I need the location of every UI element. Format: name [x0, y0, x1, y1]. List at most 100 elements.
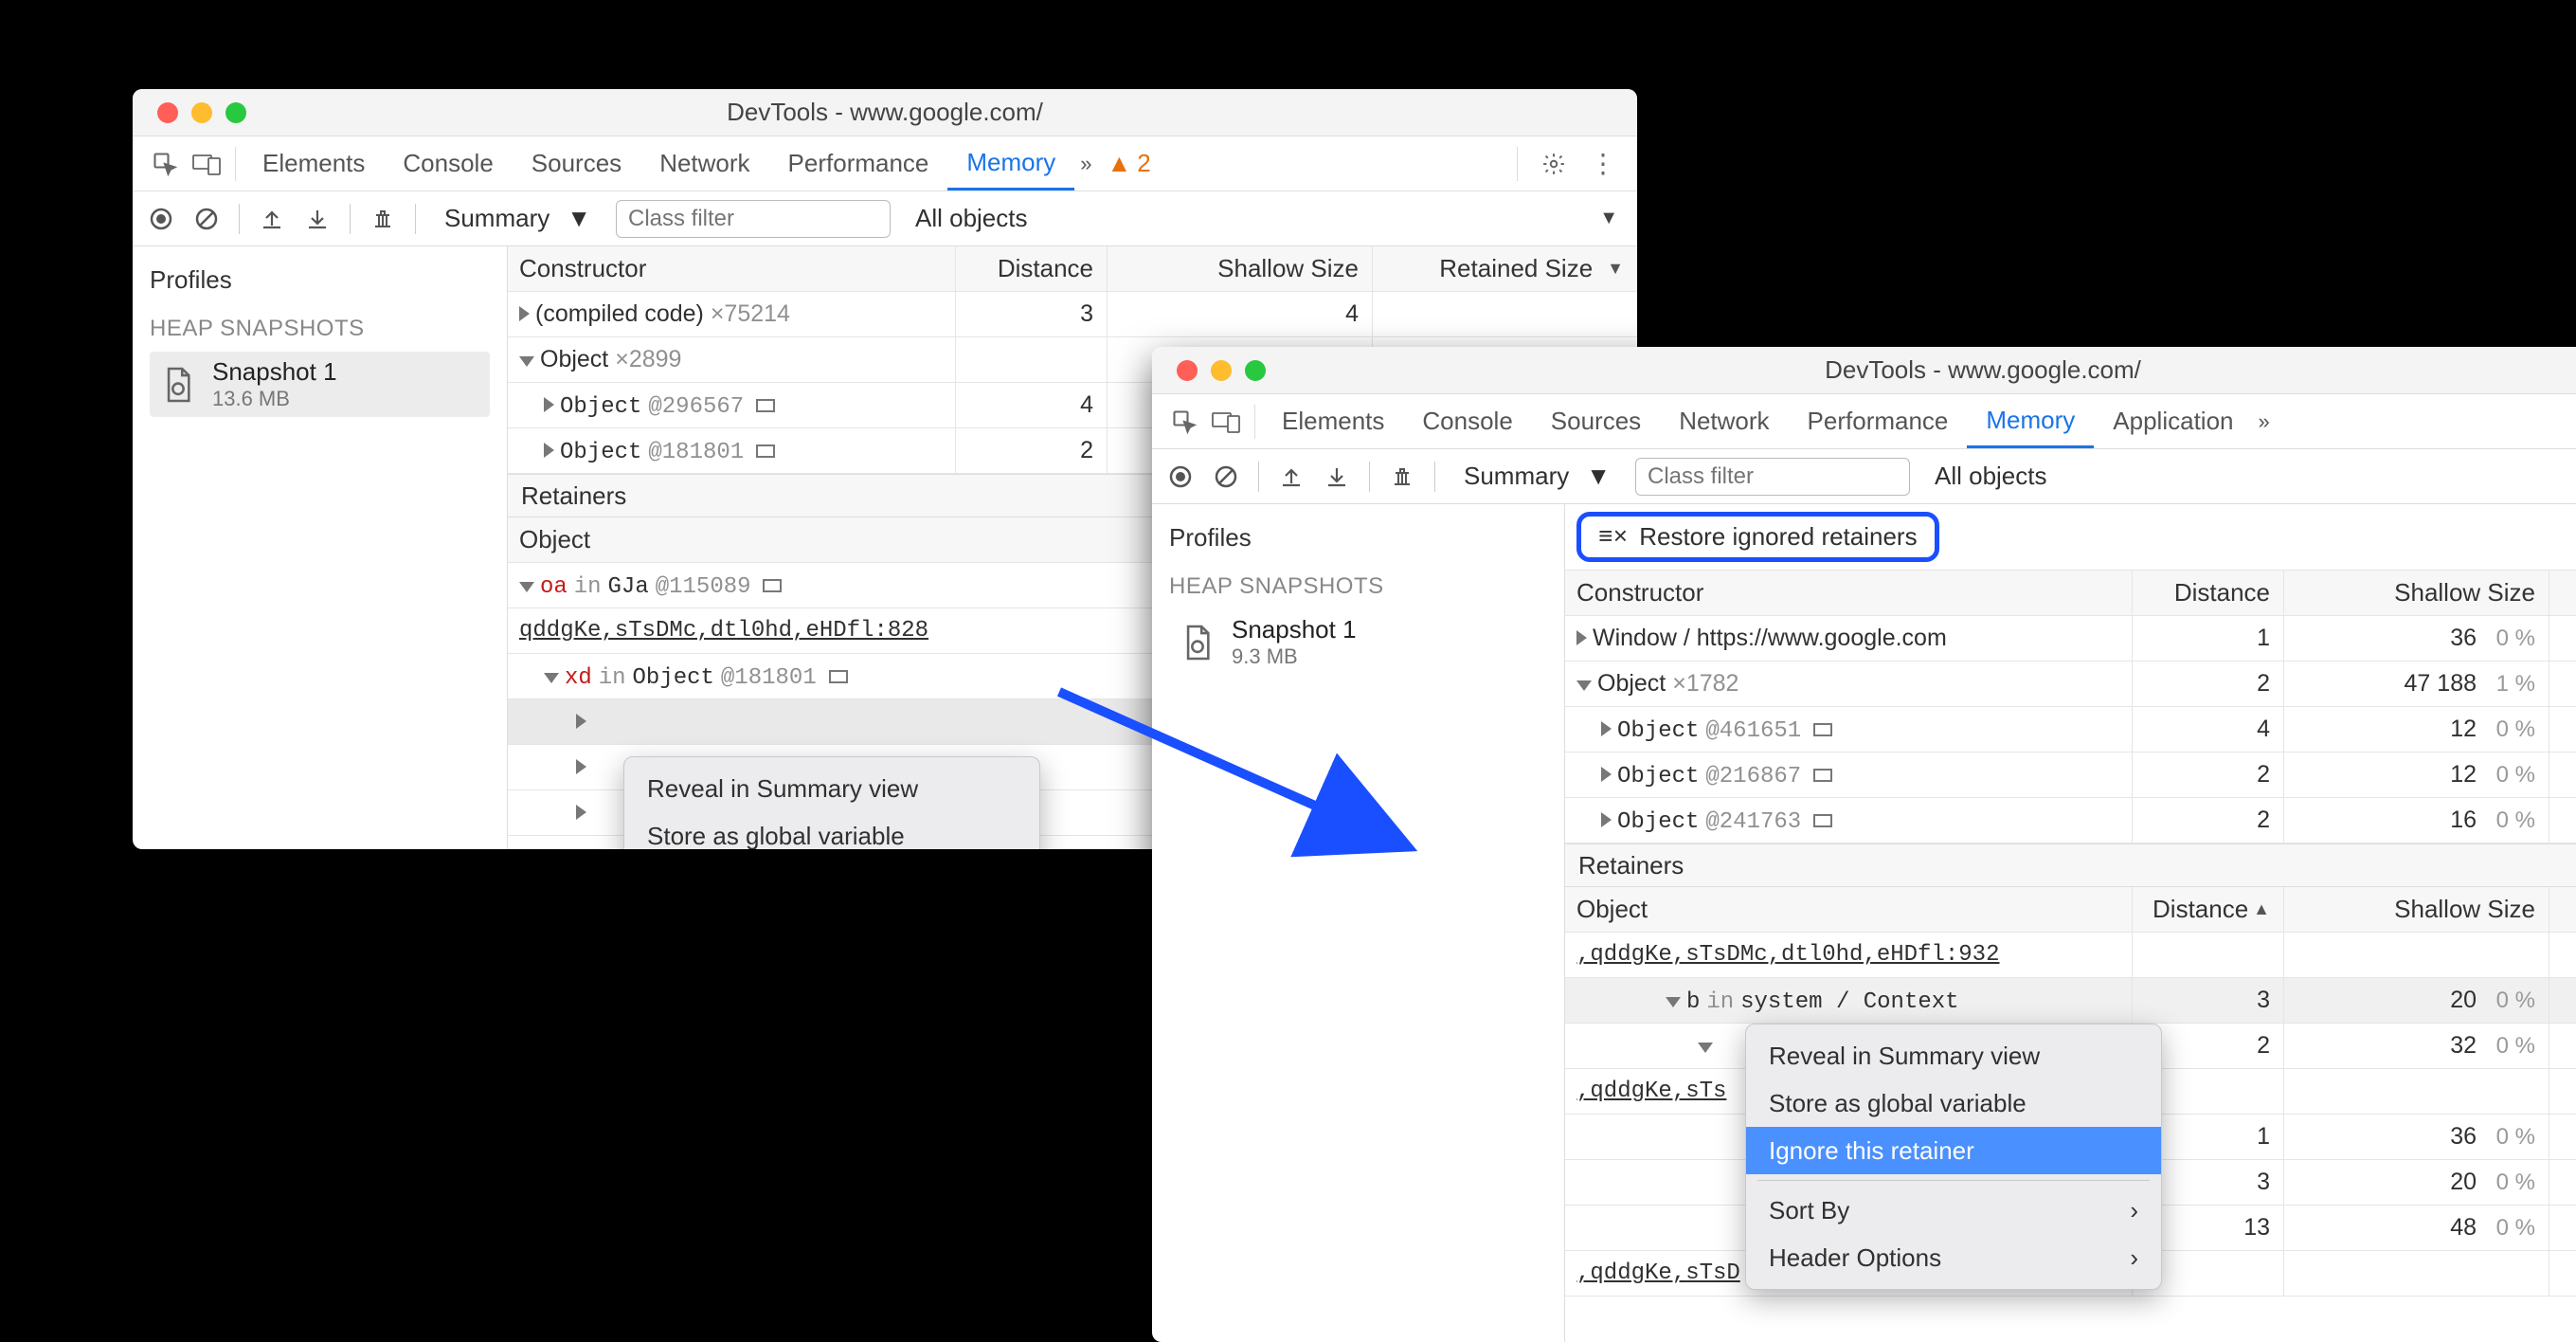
memory-toolbar: Summary ▼ All objects ▼: [133, 191, 1637, 246]
table-row[interactable]: Object @241763 2 160 % 87 1121 %: [1565, 798, 2576, 843]
col-retained[interactable]: Retained Size: [2549, 887, 2576, 932]
kebab-menu-icon[interactable]: ⋮: [1584, 145, 1622, 183]
tab-network[interactable]: Network: [1660, 394, 1788, 448]
col-retained[interactable]: Retained Size▼: [1372, 246, 1637, 291]
snapshot-item[interactable]: Snapshot 1 9.3 MB: [1169, 609, 1547, 675]
sidebar-heap-section: HEAP SNAPSHOTS: [150, 316, 490, 342]
table-row[interactable]: Window / https://www.google.com 1 360 % …: [1565, 616, 2576, 662]
table-row[interactable]: Object @216867 2 120 % 622 3767 %: [1565, 753, 2576, 798]
summary-dropdown[interactable]: Summary ▼: [431, 204, 604, 233]
element-link-icon: [1813, 814, 1832, 827]
filter-clear-icon: ≡×: [1598, 523, 1628, 552]
device-toggle-icon[interactable]: [1207, 403, 1245, 441]
col-object[interactable]: Object: [1565, 895, 2132, 924]
table-row[interactable]: Object @461651 4 120 % 2 251 04824 %: [1565, 707, 2576, 753]
title-bar: DevTools - www.google.com/: [133, 89, 1637, 136]
minimize-window-button[interactable]: [1211, 360, 1232, 381]
all-objects-dropdown[interactable]: All objects: [915, 204, 1028, 233]
menu-reveal-summary[interactable]: Reveal in Summary view: [624, 765, 1039, 812]
tab-application[interactable]: Application: [2094, 394, 2252, 448]
col-shallow[interactable]: Shallow Size: [2283, 571, 2549, 615]
tab-elements[interactable]: Elements: [1263, 394, 1403, 448]
record-icon[interactable]: [144, 202, 178, 236]
tab-memory[interactable]: Memory: [1967, 394, 2094, 448]
chevron-right-icon: ›: [2130, 1243, 2138, 1273]
inspect-icon[interactable]: [146, 145, 184, 183]
warning-icon: ▲: [1108, 149, 1132, 178]
col-constructor[interactable]: Constructor: [508, 254, 955, 283]
download-icon[interactable]: [1320, 460, 1354, 494]
col-distance[interactable]: Distance▲: [2132, 887, 2283, 932]
summary-label: Summary: [444, 204, 549, 233]
snapshot-item[interactable]: Snapshot 1 13.6 MB: [150, 352, 490, 417]
retainers-header: Retainers ≡: [1565, 843, 2576, 887]
col-shallow[interactable]: Shallow Size: [2283, 887, 2549, 932]
snapshot-size: 9.3 MB: [1232, 644, 1357, 669]
context-menu: Reveal in Summary view Store as global v…: [623, 756, 1040, 849]
tab-sources[interactable]: Sources: [1532, 394, 1660, 448]
menu-reveal-summary[interactable]: Reveal in Summary view: [1746, 1032, 2161, 1079]
inspect-icon[interactable]: [1165, 403, 1203, 441]
sidebar-heap-section: HEAP SNAPSHOTS: [1169, 573, 1547, 600]
snapshot-icon: [1177, 622, 1218, 663]
menu-ignore-retainer[interactable]: Ignore this retainer: [1746, 1127, 2161, 1174]
tab-console[interactable]: Console: [1403, 394, 1531, 448]
col-constructor[interactable]: Constructor: [1565, 578, 2132, 608]
chevron-down-icon[interactable]: ▼: [1599, 208, 1618, 229]
snapshot-icon: [157, 364, 199, 406]
maximize-window-button[interactable]: [225, 102, 246, 123]
chevron-down-icon: ▼: [1586, 462, 1611, 491]
warning-count: 2: [1137, 149, 1150, 178]
tab-elements[interactable]: Elements: [243, 136, 384, 190]
record-icon[interactable]: [1163, 460, 1198, 494]
clear-icon[interactable]: [189, 202, 224, 236]
profiles-sidebar: Profiles HEAP SNAPSHOTS Snapshot 1 9.3 M…: [1152, 504, 1565, 1342]
close-window-button[interactable]: [157, 102, 178, 123]
gear-icon[interactable]: [1535, 145, 1573, 183]
more-tabs-chevron-icon[interactable]: »: [2253, 409, 2276, 434]
tab-console[interactable]: Console: [384, 136, 512, 190]
menu-header-options[interactable]: Header Options›: [1746, 1234, 2161, 1281]
table-row[interactable]: b in system / Context 3 200 % 200 %: [1565, 978, 2576, 1024]
maximize-window-button[interactable]: [1245, 360, 1266, 381]
upload-icon[interactable]: [1274, 460, 1308, 494]
source-link-row[interactable]: ,qddgKe,sTsDMc,dtl0hd,eHDfl:932: [1565, 933, 2576, 978]
traffic-lights: [1177, 360, 1266, 381]
table-row[interactable]: Object ×1782 2 47 1881 % 3 580 57639 %: [1565, 662, 2576, 707]
col-distance[interactable]: Distance: [2132, 571, 2283, 615]
close-window-button[interactable]: [1177, 360, 1198, 381]
col-distance[interactable]: Distance: [955, 246, 1107, 291]
tab-memory[interactable]: Memory: [947, 136, 1074, 190]
collect-garbage-icon[interactable]: [366, 202, 400, 236]
col-retained[interactable]: Retained Size▼: [2549, 571, 2576, 615]
download-icon[interactable]: [300, 202, 334, 236]
more-tabs-chevron-icon[interactable]: »: [1074, 152, 1097, 176]
tab-network[interactable]: Network: [640, 136, 768, 190]
menu-store-global[interactable]: Store as global variable: [1746, 1079, 2161, 1127]
restore-ignored-retainers-button[interactable]: ≡× Restore ignored retainers: [1576, 512, 1939, 562]
clear-icon[interactable]: [1209, 460, 1243, 494]
warning-badge[interactable]: ▲ 2: [1108, 149, 1151, 178]
constructor-grid-header: Constructor Distance Shallow Size Retain…: [1565, 571, 2576, 616]
snapshot-name: Snapshot 1: [1232, 615, 1357, 644]
tab-sources[interactable]: Sources: [513, 136, 640, 190]
context-menu: Reveal in Summary view Store as global v…: [1745, 1024, 2162, 1290]
menu-sort-by[interactable]: Sort By›: [1746, 1187, 2161, 1234]
tab-performance[interactable]: Performance: [769, 136, 948, 190]
table-row[interactable]: (compiled code) ×75214 34: [508, 292, 1637, 337]
class-filter-input[interactable]: [1635, 458, 1910, 496]
element-link-icon: [756, 399, 775, 412]
upload-icon[interactable]: [255, 202, 289, 236]
menu-store-global[interactable]: Store as global variable: [624, 812, 1039, 849]
minimize-window-button[interactable]: [191, 102, 212, 123]
sidebar-profiles-header: Profiles: [1169, 523, 1547, 553]
col-shallow[interactable]: Shallow Size: [1107, 246, 1372, 291]
title-bar: DevTools - www.google.com/: [1152, 347, 2576, 394]
collect-garbage-icon[interactable]: [1385, 460, 1419, 494]
tab-performance[interactable]: Performance: [1789, 394, 1968, 448]
all-objects-dropdown[interactable]: All objects: [1935, 462, 2047, 491]
chevron-down-icon: ▼: [567, 204, 591, 233]
device-toggle-icon[interactable]: [188, 145, 225, 183]
class-filter-input[interactable]: [616, 200, 891, 238]
summary-dropdown[interactable]: Summary ▼: [1450, 462, 1624, 491]
